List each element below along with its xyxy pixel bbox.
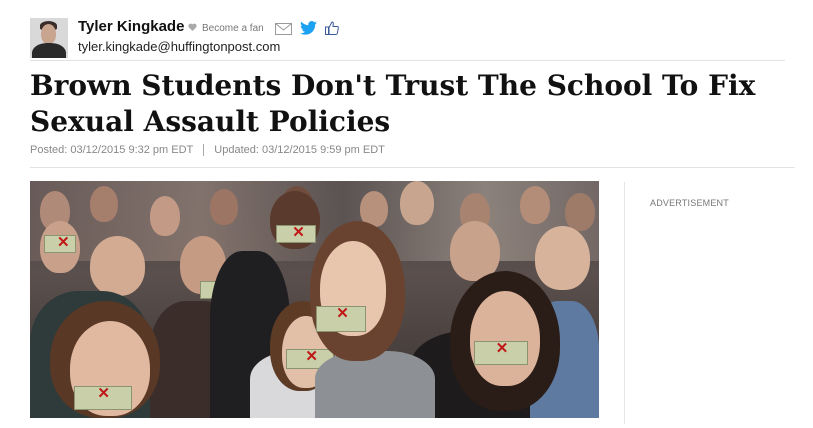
article-timestamps: Posted: 03/12/2015 9:32 pm EDT Updated: … (30, 144, 385, 156)
sidebar-divider (624, 182, 625, 424)
share-icons (275, 21, 339, 40)
divider (30, 60, 785, 61)
facebook-like-icon[interactable] (325, 21, 339, 40)
become-fan-link[interactable]: Become a fan (188, 23, 264, 34)
avatar[interactable] (30, 18, 68, 58)
divider (30, 167, 795, 168)
email-icon[interactable] (275, 22, 292, 40)
author-email[interactable]: tyler.kingkade@huffingtonpost.com (78, 39, 280, 54)
updated-timestamp: Updated: 03/12/2015 9:59 pm EDT (214, 144, 385, 156)
become-fan-label: Become a fan (202, 23, 264, 34)
posted-timestamp: Posted: 03/12/2015 9:32 pm EDT (30, 144, 194, 156)
author-byline: Tyler Kingkade Become a fan tyler.kingka… (30, 18, 813, 60)
advertisement-label: ADVERTISEMENT (650, 198, 729, 208)
author-name-link[interactable]: Tyler Kingkade (78, 18, 184, 35)
article-photo[interactable] (30, 181, 599, 418)
heart-icon (188, 23, 197, 34)
article-headline: Brown Students Don't Trust The School To… (30, 69, 756, 138)
twitter-icon[interactable] (300, 21, 317, 40)
timestamp-separator (203, 144, 205, 156)
